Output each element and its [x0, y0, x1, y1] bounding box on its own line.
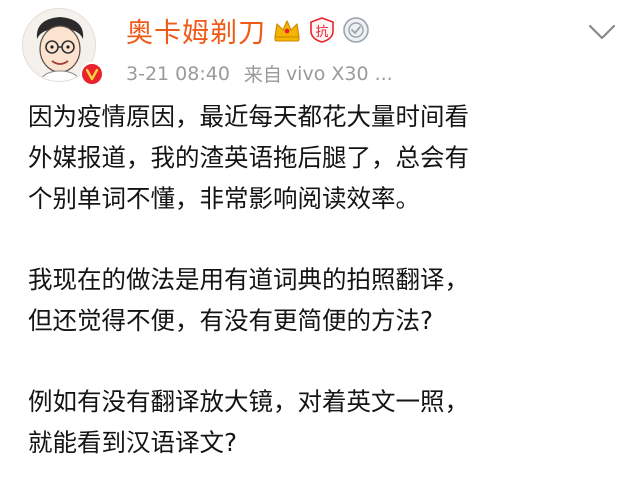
paragraph-3: 例如有没有翻译放大镜，对着英文一照， 就能看到汉语译文? — [28, 381, 624, 463]
post-header: 奥卡姆剃刀 抗 3-21 08:40 来自 vivo X30 ... — [12, 4, 628, 88]
paragraph-line: 个别单词不懂，非常影响阅读效率。 — [28, 184, 420, 213]
post-time: 3-21 08:40 — [126, 62, 230, 85]
author-name-row: 奥卡姆剃刀 抗 — [126, 10, 370, 50]
chevron-down-icon[interactable] — [584, 14, 620, 50]
anti-epidemic-badge-icon[interactable]: 抗 — [308, 16, 336, 44]
medal-badge-icon[interactable] — [342, 16, 370, 44]
source-device[interactable]: vivo X30 — [286, 63, 369, 85]
paragraph-line: 我现在的做法是用有道词典的拍照翻译， — [28, 265, 469, 294]
paragraph-line: 因为疫情原因，最近每天都花大量时间看 — [28, 102, 469, 131]
meta-ellipsis: ... — [374, 62, 393, 85]
paragraph-2: 我现在的做法是用有道词典的拍照翻译， 但还觉得不便，有没有更简便的方法? — [28, 259, 624, 341]
source-prefix: 来自 — [243, 64, 282, 86]
avatar[interactable] — [22, 8, 108, 88]
paragraph-line: 例如有没有翻译放大镜，对着英文一照， — [28, 387, 469, 416]
crown-icon[interactable] — [272, 17, 302, 43]
author-name[interactable]: 奥卡姆剃刀 — [126, 11, 266, 50]
post-body: 因为疫情原因，最近每天都花大量时间看 外媒报道，我的渣英语拖后腿了，总会有 个别… — [28, 96, 624, 463]
post-meta: 3-21 08:40 来自 vivo X30 ... — [126, 60, 393, 87]
paragraph-line: 但还觉得不便，有没有更简便的方法? — [28, 306, 434, 335]
verified-v-icon — [80, 62, 104, 86]
paragraph-line: 外媒报道，我的渣英语拖后腿了，总会有 — [28, 143, 469, 172]
weibo-post: 奥卡姆剃刀 抗 3-21 08:40 来自 vivo X30 ... 因为疫情原… — [0, 0, 640, 502]
paragraph-1: 因为疫情原因，最近每天都花大量时间看 外媒报道，我的渣英语拖后腿了，总会有 个别… — [28, 96, 624, 219]
anti-epidemic-badge-text: 抗 — [315, 25, 328, 40]
paragraph-line: 就能看到汉语译文? — [28, 428, 238, 457]
